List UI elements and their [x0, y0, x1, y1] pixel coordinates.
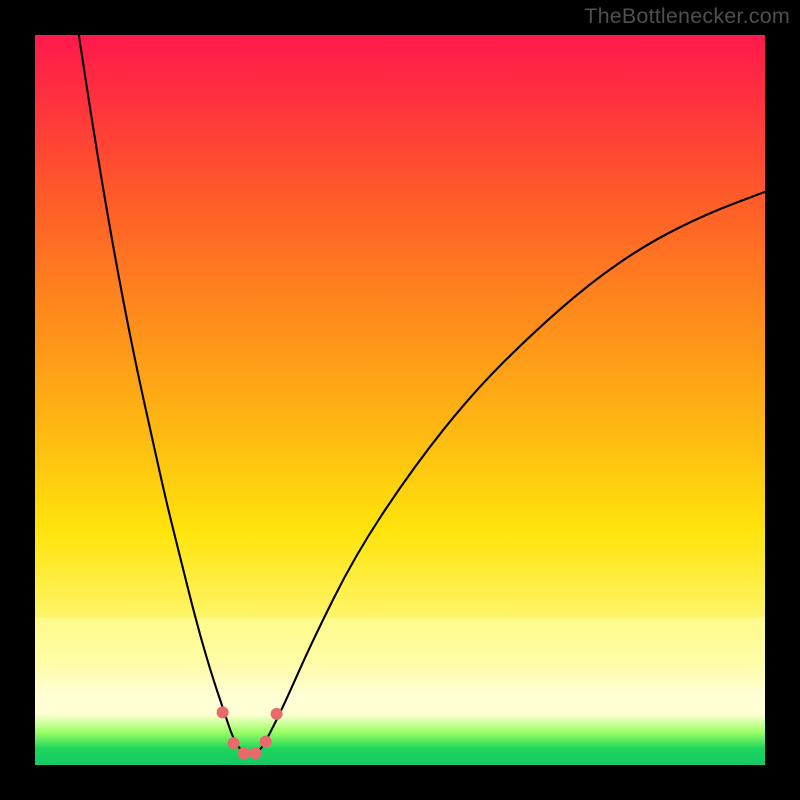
valley-dot — [238, 747, 250, 759]
valley-dot — [271, 708, 283, 720]
watermark-text: TheBottlenecker.com — [584, 4, 790, 29]
valley-dot — [260, 736, 272, 748]
curve-layer — [35, 35, 765, 765]
valley-dot — [217, 706, 229, 718]
chart-frame: TheBottlenecker.com — [0, 0, 800, 800]
valley-dot — [228, 737, 240, 749]
plot-area — [35, 35, 765, 765]
bottleneck-curve — [79, 35, 765, 754]
valley-dots-group — [217, 706, 283, 759]
valley-dot — [250, 747, 262, 759]
